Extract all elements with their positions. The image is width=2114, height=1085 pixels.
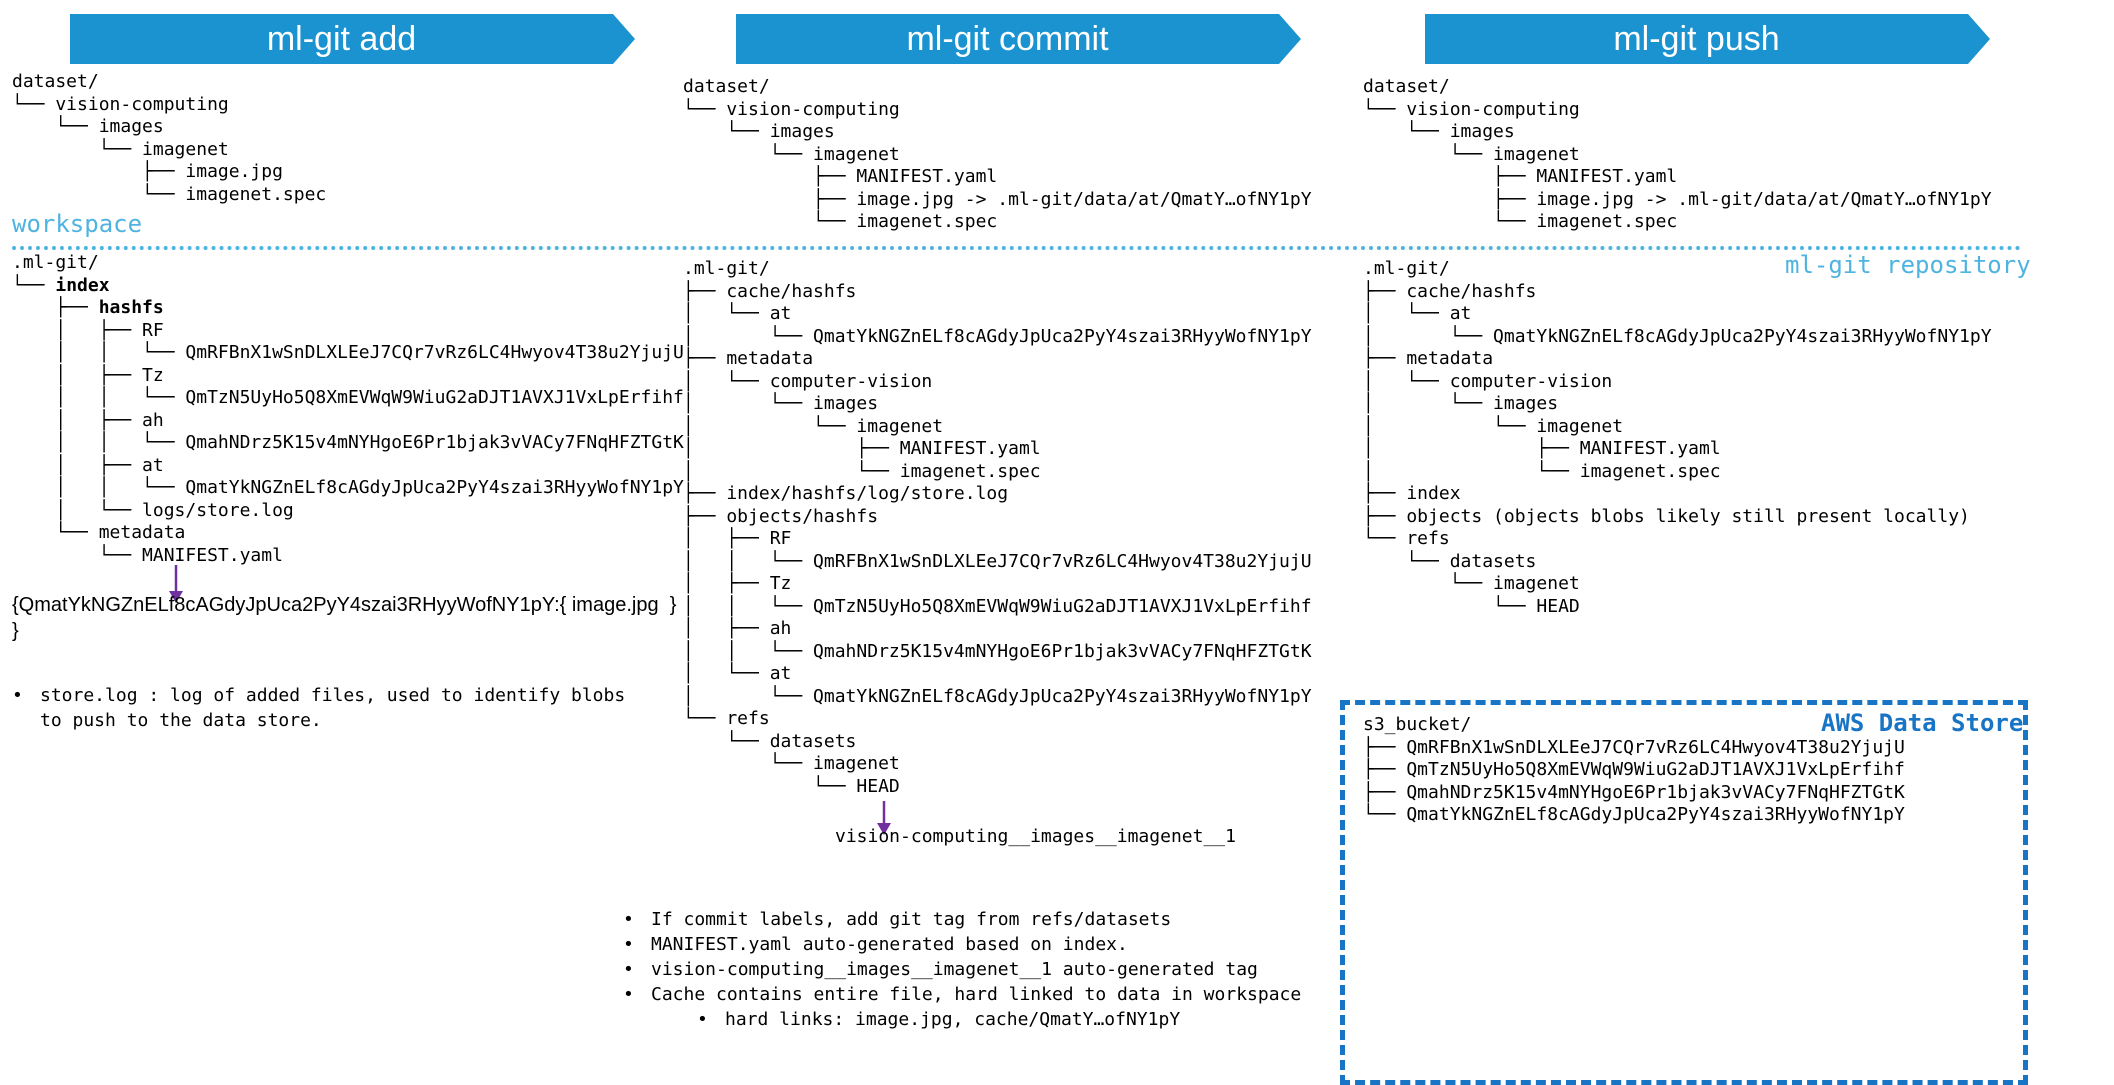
commit-workspace-tree: dataset/ └── vision-computing └── images… [683, 76, 1312, 232]
index-json-line2: } [12, 620, 19, 642]
tree-node-hashfs: hashfs [98, 297, 164, 318]
commit-banner-title: ml-git commit [906, 20, 1109, 58]
push-banner-title: ml-git push [1613, 20, 1780, 58]
commit-notes: If commit labels, add git tag from refs/… [623, 907, 1301, 1032]
s3-bucket-tree: s3_bucket/ ├── QmRFBnX1wSnDLXLEeJ7CQr7vR… [1363, 714, 1905, 825]
add-banner: ml-git add [70, 14, 635, 64]
push-workspace-tree: dataset/ └── vision-computing └── images… [1363, 76, 1992, 232]
commit-note: vision-computing__images__imagenet__1 au… [623, 957, 1301, 982]
index-json-line1: {QmatYkNGZnELf8cAGdyJpUca2PyY4szai3RHyyW… [12, 594, 677, 616]
commit-note: Cache contains entire file, hard linked … [623, 982, 1301, 1007]
add-workspace-tree: dataset/ └── vision-computing └── images… [12, 71, 327, 205]
push-banner: ml-git push [1425, 14, 1990, 64]
commit-repo-tree: .ml-git/ ├── cache/hashfs │ └── at │ └──… [683, 258, 1312, 797]
add-repo-tree: .ml-git/ └── index ├── hashfs │ ├── RF │… [12, 252, 684, 566]
add-notes: store.log : log of added files, used to … [12, 683, 625, 733]
tree-node-index: index [55, 274, 110, 296]
commit-note: MANIFEST.yaml auto-generated based on in… [623, 932, 1301, 957]
commit-note: If commit labels, add git tag from refs/… [623, 907, 1301, 932]
tree-root: .ml-git/ [12, 252, 99, 273]
commit-tag: vision-computing__images__imagenet__1 [835, 826, 1236, 847]
add-banner-title: ml-git add [266, 20, 417, 58]
commit-subnote: hard links: image.jpg, cache/QmatY…ofNY1… [623, 1007, 1301, 1032]
add-note: store.log : log of added files, used to … [12, 683, 625, 733]
push-repo-tree: .ml-git/ ├── cache/hashfs │ └── at │ └──… [1363, 258, 1992, 617]
commit-banner: ml-git commit [736, 14, 1301, 64]
workspace-divider [12, 246, 2022, 250]
workspace-label: workspace [12, 210, 143, 238]
